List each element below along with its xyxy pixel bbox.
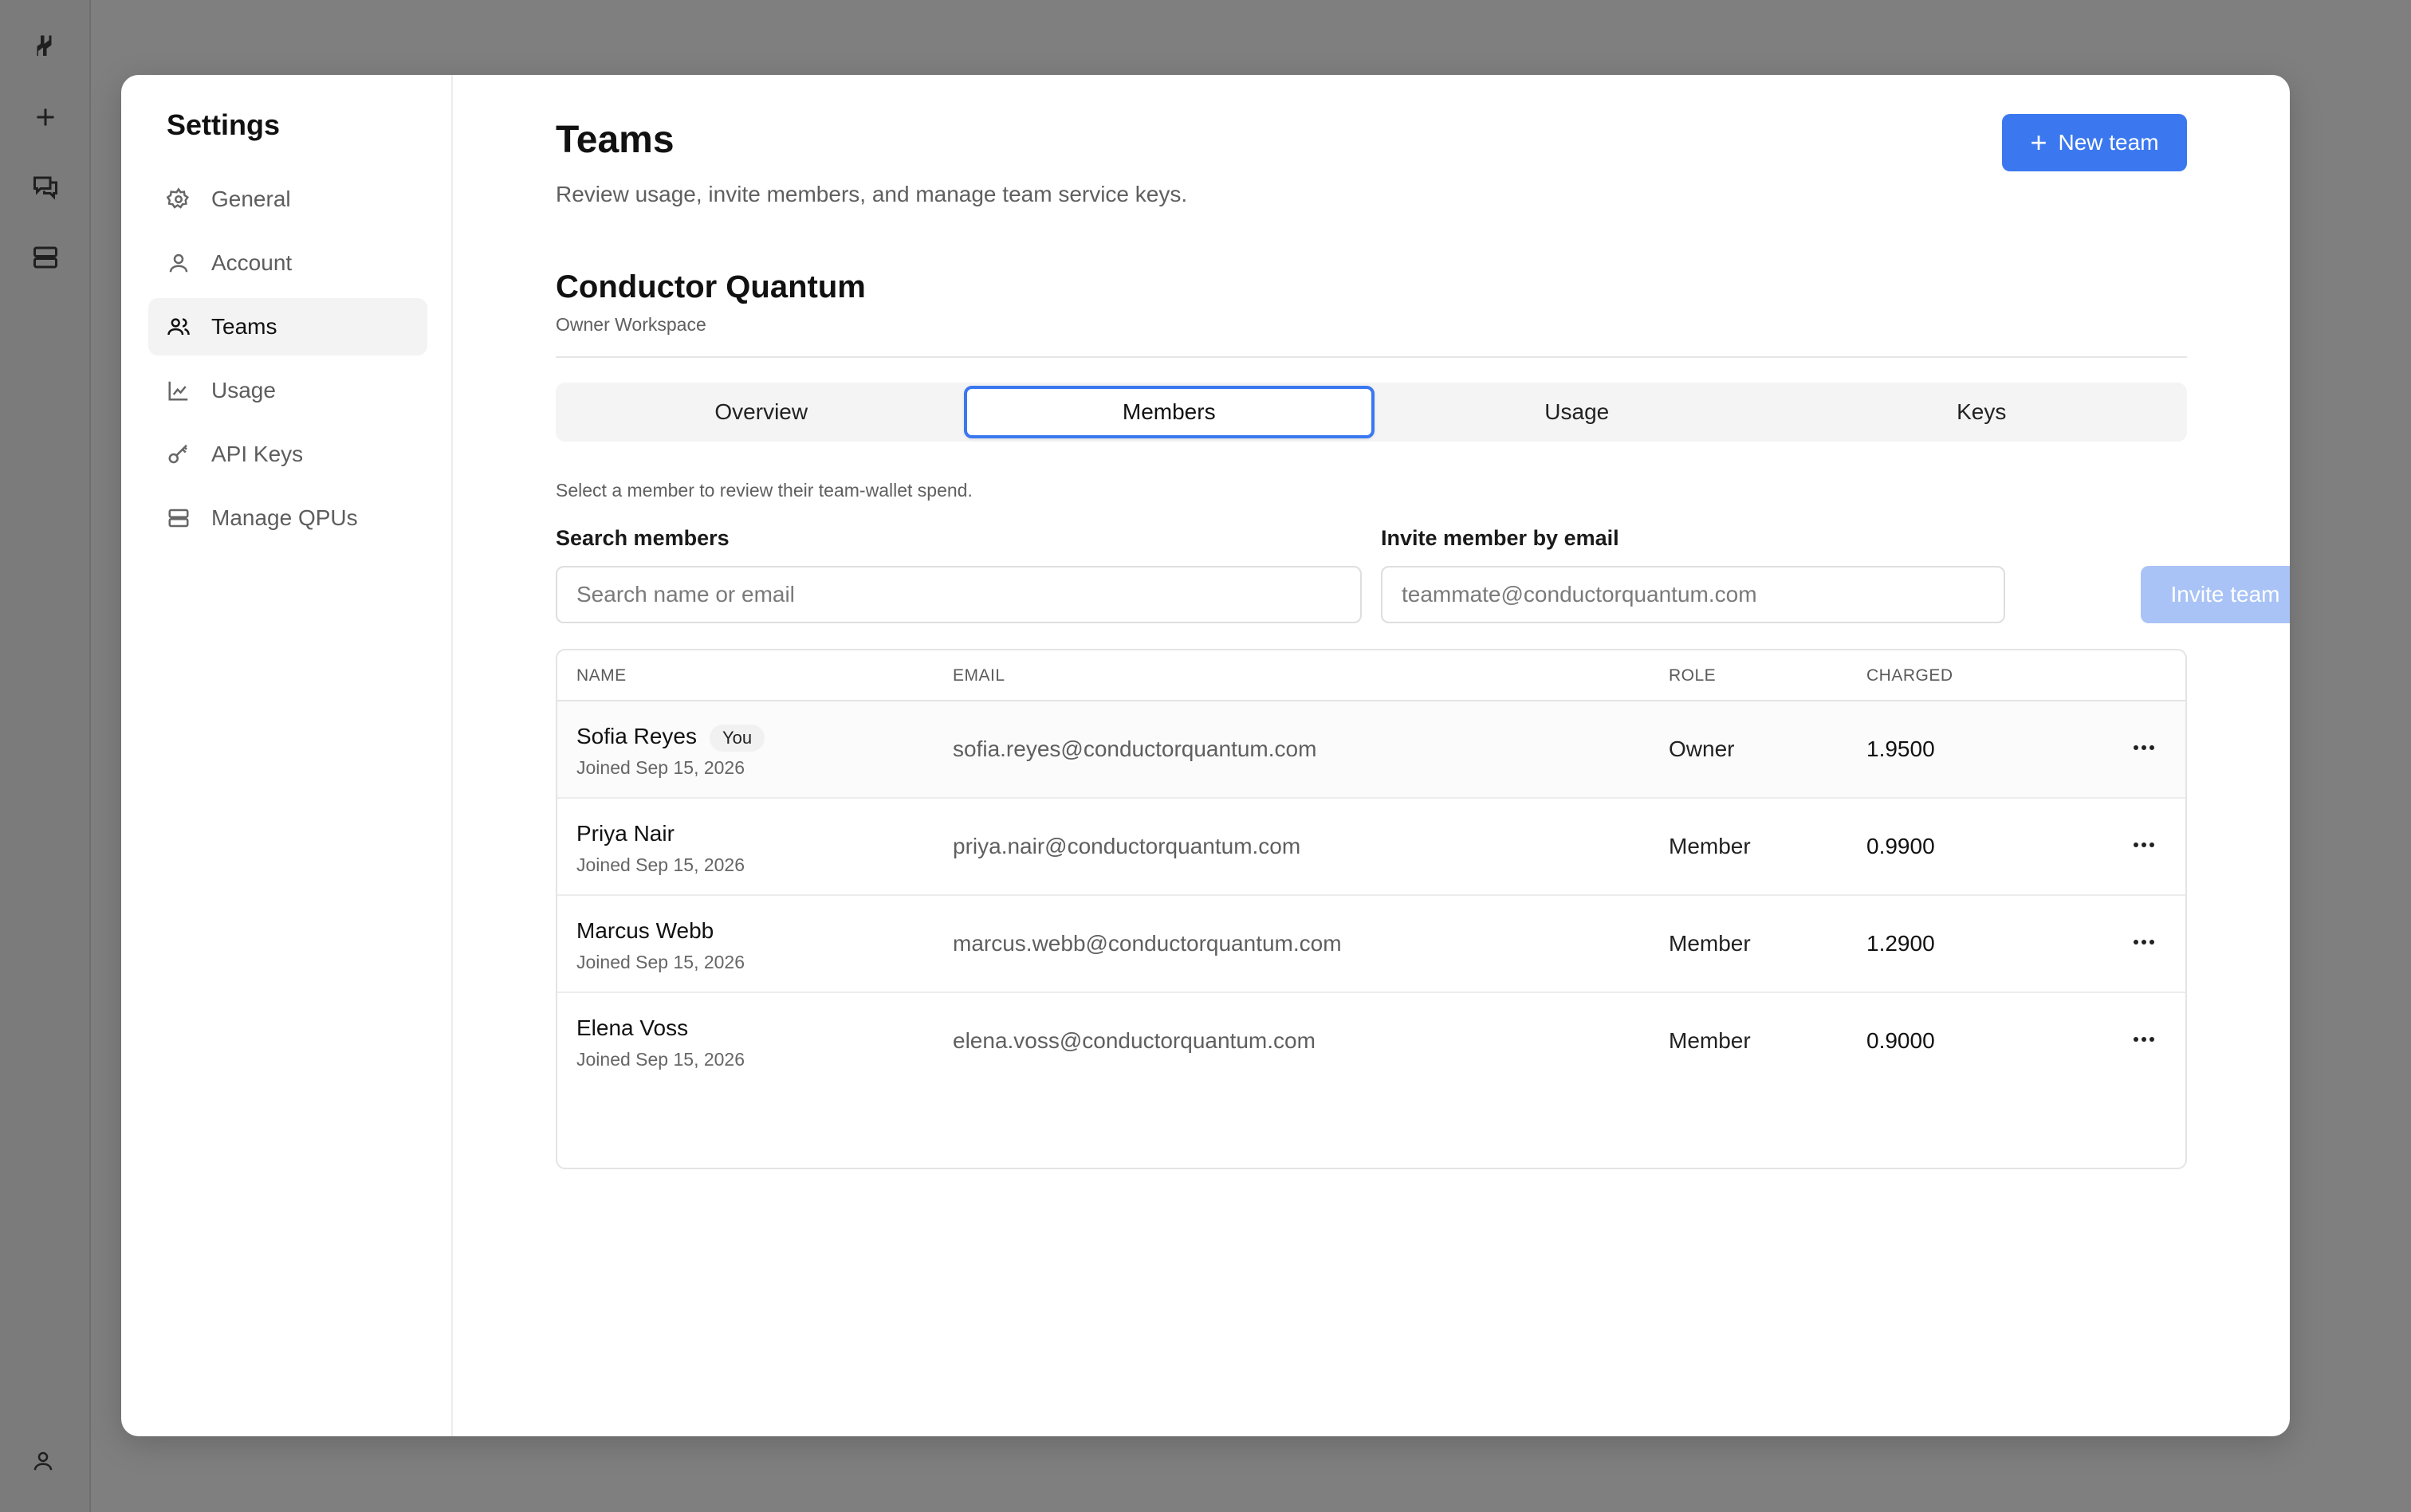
sidebar-item-label: Usage <box>211 378 276 403</box>
more-options-icon[interactable] <box>2126 1023 2161 1055</box>
member-role: Member <box>1669 931 1751 956</box>
users-icon <box>167 318 190 336</box>
member-charged: 0.9000 <box>1866 1028 1935 1053</box>
member-name: Priya Nair <box>576 821 675 846</box>
app-rail <box>0 0 91 1512</box>
you-badge: You <box>709 724 765 752</box>
search-input[interactable] <box>556 566 1362 623</box>
server-icon <box>168 509 189 528</box>
plus-icon: + <box>2030 126 2047 159</box>
chart-icon <box>168 381 188 401</box>
member-role: Owner <box>1669 736 1735 761</box>
member-charged: 1.2900 <box>1866 931 1935 956</box>
sidebar-item-label: General <box>211 187 291 211</box>
settings-sidebar: Settings General Account Teams Usage API… <box>121 75 453 1436</box>
sidebar-item-label: Teams <box>211 314 277 339</box>
member-email: marcus.webb@conductorquantum.com <box>953 931 1342 956</box>
table-row[interactable]: Priya Nair Joined Sep 15, 2026 priya.nai… <box>557 799 2185 896</box>
settings-modal: Settings General Account Teams Usage API… <box>121 75 2290 1436</box>
chat-icon[interactable] <box>26 168 65 206</box>
tab-overview[interactable]: Overview <box>559 386 964 438</box>
member-joined: Joined Sep 15, 2026 <box>576 1049 745 1070</box>
sidebar-item-label: API Keys <box>211 442 304 466</box>
tab-members[interactable]: Members <box>963 386 1375 438</box>
sidebar-item-general[interactable]: General <box>148 171 427 228</box>
page-title: Teams <box>556 119 675 161</box>
member-role: Member <box>1669 834 1751 858</box>
gear-icon <box>167 187 189 209</box>
team-name: Conductor Quantum <box>556 269 866 304</box>
table-header: NAME EMAIL ROLE CHARGED <box>557 650 2185 701</box>
members-table: NAME EMAIL ROLE CHARGED Sofia Reyes You J… <box>556 649 2187 1169</box>
member-joined: Joined Sep 15, 2026 <box>576 854 745 875</box>
member-joined: Joined Sep 15, 2026 <box>576 952 745 972</box>
teams-panel: Teams Review usage, invite members, and … <box>556 75 2290 1436</box>
more-options-icon[interactable] <box>2126 926 2161 958</box>
column-header-role: ROLE <box>1669 666 1717 685</box>
sidebar-item-label: Manage QPUs <box>211 505 358 530</box>
sidebar-item-usage[interactable]: Usage <box>148 362 427 419</box>
members-hint: Select a member to review their team-wal… <box>556 480 973 501</box>
team-tabs: Overview Members Usage Keys <box>556 383 2187 442</box>
logo-icon[interactable] <box>26 27 65 65</box>
page-subtitle: Review usage, invite members, and manage… <box>556 182 1188 206</box>
divider <box>556 356 2187 358</box>
invite-email-field[interactable] <box>1381 566 2005 623</box>
member-joined: Joined Sep 15, 2026 <box>576 757 745 778</box>
team-subtitle: Owner Workspace <box>556 314 706 335</box>
sidebar-item-account[interactable]: Account <box>148 234 427 292</box>
table-row[interactable]: Elena Voss Joined Sep 15, 2026 elena.vos… <box>557 993 2185 1090</box>
sidebar-item-teams[interactable]: Teams <box>148 298 427 355</box>
sidebar-item-api-keys[interactable]: API Keys <box>148 426 427 483</box>
table-row[interactable]: Sofia Reyes You Joined Sep 15, 2026 sofia… <box>557 701 2185 799</box>
member-charged: 0.9900 <box>1866 834 1935 858</box>
column-header-email: EMAIL <box>953 666 1005 685</box>
invite-email-label: Invite member by email <box>1381 526 1619 550</box>
member-name: Elena Voss <box>576 1015 689 1040</box>
new-team-label: New team <box>2058 130 2159 155</box>
tab-usage[interactable]: Usage <box>1375 386 1780 438</box>
column-header-charged: CHARGED <box>1866 666 1953 685</box>
member-charged: 1.9500 <box>1866 736 1935 761</box>
table-row[interactable]: Marcus Webb Joined Sep 15, 2026 marcus.w… <box>557 896 2185 993</box>
member-email: elena.voss@conductorquantum.com <box>953 1028 1316 1053</box>
more-options-icon[interactable] <box>2126 829 2161 861</box>
new-team-button[interactable]: + New team <box>2002 114 2187 171</box>
plus-icon[interactable] <box>26 98 65 136</box>
settings-title: Settings <box>167 108 281 141</box>
member-name-text: Sofia Reyes <box>576 724 697 748</box>
column-header-name: NAME <box>576 666 627 685</box>
user-icon[interactable] <box>31 1449 60 1478</box>
member-email: priya.nair@conductorquantum.com <box>953 834 1301 858</box>
server-icon[interactable] <box>26 238 65 277</box>
tab-keys[interactable]: Keys <box>1780 386 2185 438</box>
search-members-label: Search members <box>556 526 730 550</box>
sidebar-item-label: Account <box>211 250 293 275</box>
sidebar-item-manage-qpus[interactable]: Manage QPUs <box>148 489 427 547</box>
more-options-icon[interactable] <box>2126 732 2161 764</box>
member-email: sofia.reyes@conductorquantum.com <box>953 736 1317 761</box>
member-name: Sofia Reyes You <box>576 724 765 752</box>
member-name: Marcus Webb <box>576 918 714 943</box>
user-icon <box>169 253 188 273</box>
key-icon <box>168 444 187 464</box>
settings-nav: General Account Teams Usage API Keys Man… <box>148 171 427 553</box>
member-role: Member <box>1669 1028 1751 1053</box>
invite-team-button[interactable]: Invite team <box>2141 566 2290 623</box>
